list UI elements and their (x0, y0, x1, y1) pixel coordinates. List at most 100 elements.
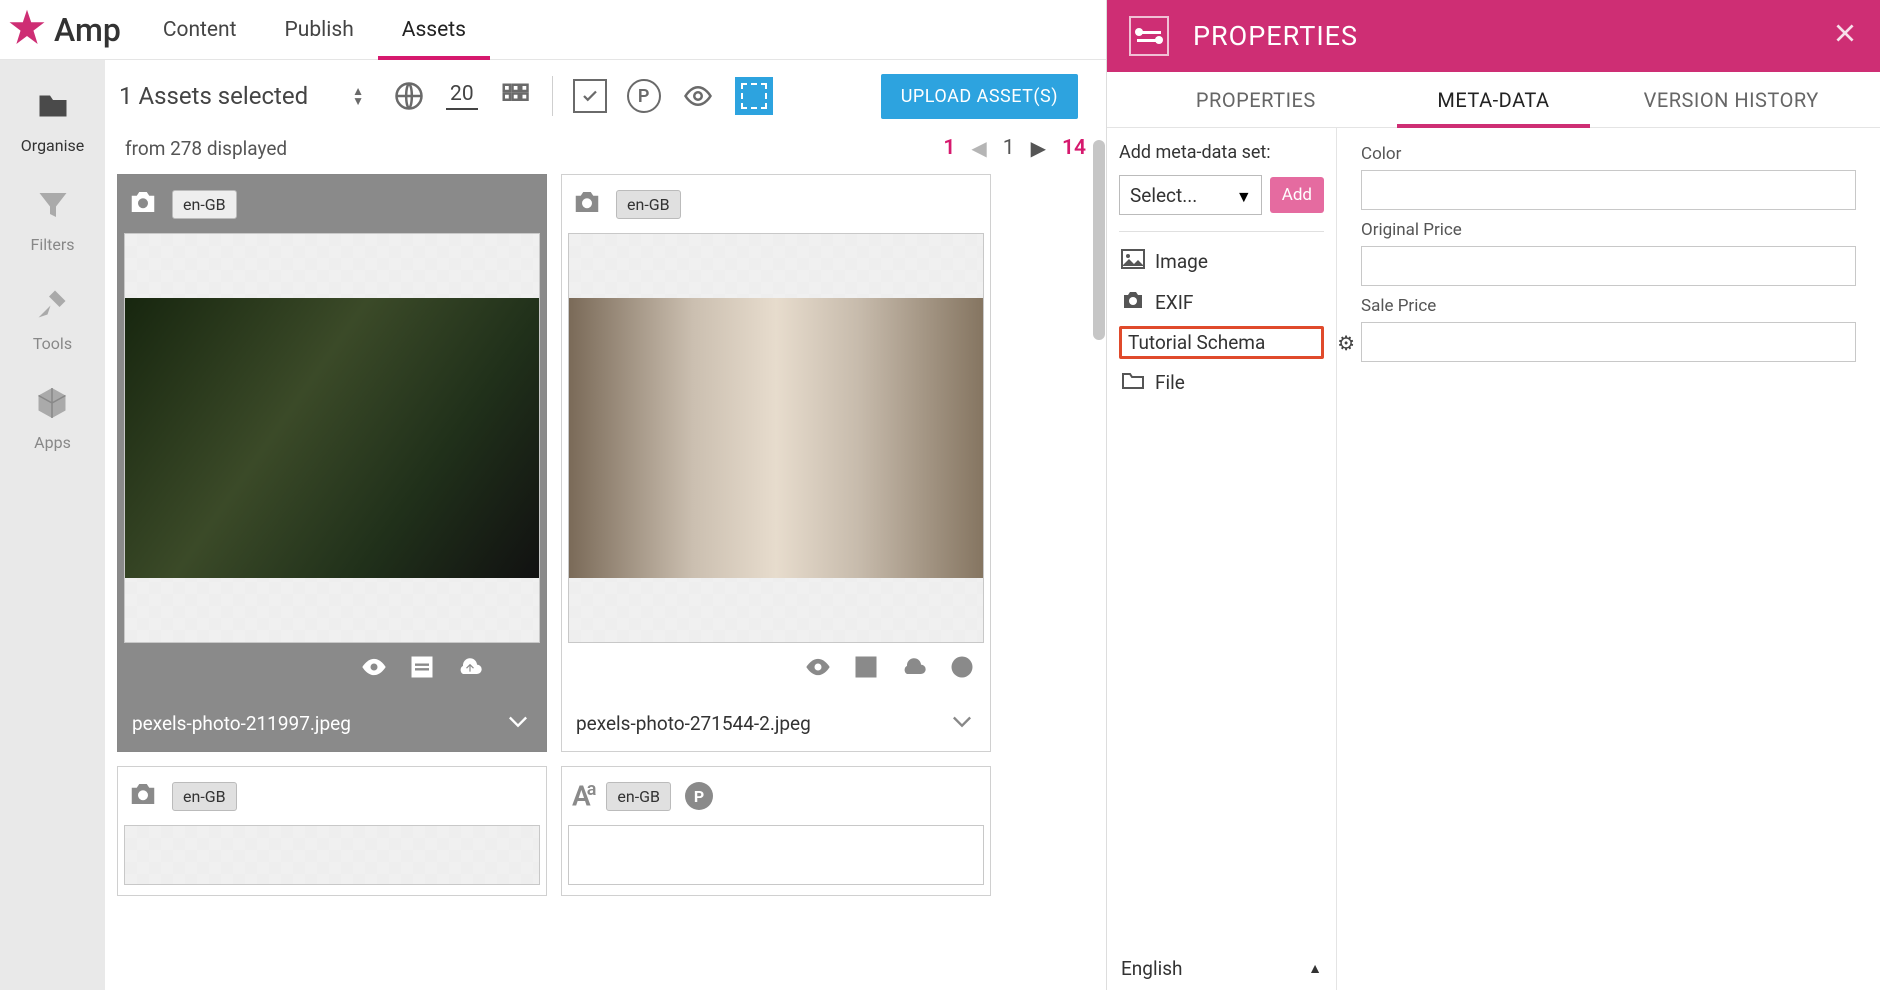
crop-tool-active[interactable] (735, 77, 773, 115)
properties-header: PROPERTIES (1107, 0, 1880, 72)
field-label-sale-price: Sale Price (1361, 296, 1856, 316)
sidebar-item-apps[interactable]: Apps (34, 385, 71, 452)
left-sidebar: Organise Filters Tools Apps (0, 60, 105, 990)
main-content: 1 Assets selected ▲▼ 20 P UPLOAD ASSET(S… (105, 60, 1106, 990)
chevron-up-icon: ▲ (1308, 960, 1322, 977)
metadata-item-image[interactable]: Image (1119, 244, 1324, 279)
asset-card[interactable]: en-GB pexels-photo-211997.jpeg (117, 174, 547, 752)
language-selector[interactable]: English ▲ (1121, 957, 1322, 980)
gear-icon[interactable]: ⚙ (1337, 331, 1355, 355)
asset-thumbnail[interactable] (124, 825, 540, 885)
cloud-upload-icon[interactable] (456, 653, 484, 685)
gear-icon[interactable] (504, 653, 532, 685)
publish-status-badge: P (685, 782, 713, 810)
locale-chip: en-GB (172, 190, 237, 219)
text-type-icon: Aa (572, 779, 592, 812)
cloud-upload-icon[interactable] (900, 653, 928, 685)
tab-version-history[interactable]: VERSION HISTORY (1612, 72, 1850, 127)
cube-icon (34, 385, 70, 425)
edit-icon[interactable] (408, 653, 436, 685)
preview-icon[interactable] (804, 653, 832, 685)
camera-icon (1121, 289, 1145, 316)
asset-thumbnail[interactable] (568, 233, 984, 643)
sort-stepper[interactable]: ▲▼ (352, 86, 364, 106)
properties-title: PROPERTIES (1193, 20, 1358, 52)
gear-icon[interactable] (948, 653, 976, 685)
scrollbar-thumb[interactable] (1093, 140, 1105, 340)
metadata-item-tutorial-schema[interactable]: Tutorial Schema ⚙ (1119, 326, 1324, 359)
metadata-item-exif[interactable]: EXIF (1119, 285, 1324, 320)
page-size-value[interactable]: 20 (446, 82, 478, 110)
nav-tabs: Content Publish Assets (139, 0, 490, 59)
field-label-original-price: Original Price (1361, 220, 1856, 240)
brand-star-icon (8, 9, 46, 51)
tab-metadata[interactable]: META-DATA (1375, 72, 1613, 127)
original-price-input[interactable] (1361, 246, 1856, 286)
asset-thumbnail[interactable] (124, 233, 540, 643)
assets-subbar: from 278 displayed 1 ◀ 1 ▶ 14 (105, 132, 1106, 170)
metadata-fields: Color Original Price Sale Price (1337, 128, 1880, 990)
sidebar-item-label: Organise (21, 136, 84, 155)
assets-scroll[interactable]: en-GB pexels-photo-211997.jpeg (105, 170, 1106, 990)
page-num-total: 14 (1062, 136, 1086, 160)
preview-icon[interactable] (681, 79, 715, 113)
locale-chip: en-GB (172, 782, 237, 811)
sidebar-item-label: Tools (33, 334, 72, 353)
metadata-set-select[interactable]: Select... (1119, 175, 1262, 215)
sale-price-input[interactable] (1361, 322, 1856, 362)
add-metadata-button[interactable]: Add (1270, 177, 1324, 213)
image-icon (1121, 248, 1145, 275)
nav-tab-content[interactable]: Content (139, 0, 261, 59)
folder-icon (1121, 369, 1145, 396)
edit-icon[interactable] (852, 653, 880, 685)
page-prev-icon[interactable]: ◀ (971, 136, 986, 160)
preview-icon[interactable] (360, 653, 388, 685)
globe-icon[interactable] (392, 79, 426, 113)
field-label-color: Color (1361, 144, 1856, 164)
expand-icon[interactable] (504, 707, 532, 740)
nav-tab-publish[interactable]: Publish (261, 0, 378, 59)
camera-icon (128, 781, 158, 811)
asset-card[interactable]: en-GB (117, 766, 547, 896)
metadata-item-label: Image (1155, 250, 1208, 273)
brand-text: Amp (54, 11, 121, 49)
asset-thumbnail[interactable] (568, 825, 984, 885)
sliders-icon (1129, 16, 1169, 56)
sidebar-item-label: Filters (30, 235, 74, 254)
nav-tab-assets[interactable]: Assets (378, 0, 490, 59)
brand: Amp (0, 9, 139, 51)
upload-assets-button[interactable]: UPLOAD ASSET(S) (881, 74, 1078, 119)
assets-toolbar: 1 Assets selected ▲▼ 20 P UPLOAD ASSET(S… (105, 60, 1106, 132)
funnel-icon (35, 187, 71, 227)
divider (552, 76, 553, 116)
add-metadata-label: Add meta-data set: (1119, 142, 1324, 163)
close-icon[interactable] (1832, 20, 1858, 53)
metadata-item-label: Tutorial Schema (1128, 331, 1265, 354)
sidebar-item-label: Apps (34, 433, 71, 452)
tab-properties[interactable]: PROPERTIES (1137, 72, 1375, 127)
locale-chip: en-GB (616, 190, 681, 219)
metadata-item-label: File (1155, 371, 1185, 394)
locale-chip: en-GB (606, 782, 671, 811)
metadata-item-file[interactable]: File (1119, 365, 1324, 400)
tools-icon (34, 286, 70, 326)
color-input[interactable] (1361, 170, 1856, 210)
sidebar-item-tools[interactable]: Tools (33, 286, 72, 353)
folder-icon (35, 88, 71, 128)
sidebar-item-organise[interactable]: Organise (21, 88, 84, 155)
properties-panel: PROPERTIES PROPERTIES META-DATA VERSION … (1106, 0, 1880, 990)
grid-view-icon[interactable] (498, 79, 532, 113)
expand-icon[interactable] (948, 707, 976, 740)
properties-tabs: PROPERTIES META-DATA VERSION HISTORY (1107, 72, 1880, 128)
selection-count-text: 1 Assets selected (119, 82, 308, 110)
language-label: English (1121, 957, 1182, 980)
select-all-checkbox[interactable] (573, 79, 607, 113)
page-num-current: 1 (1003, 136, 1015, 160)
asset-card[interactable]: en-GB pexels-photo-271544-2.jpeg (561, 174, 991, 752)
metadata-item-label: EXIF (1155, 291, 1193, 314)
sidebar-item-filters[interactable]: Filters (30, 187, 74, 254)
publish-status-icon[interactable]: P (627, 79, 661, 113)
displayed-count-text: from 278 displayed (125, 137, 287, 160)
page-next-icon[interactable]: ▶ (1031, 136, 1046, 160)
asset-card[interactable]: Aa en-GB P (561, 766, 991, 896)
